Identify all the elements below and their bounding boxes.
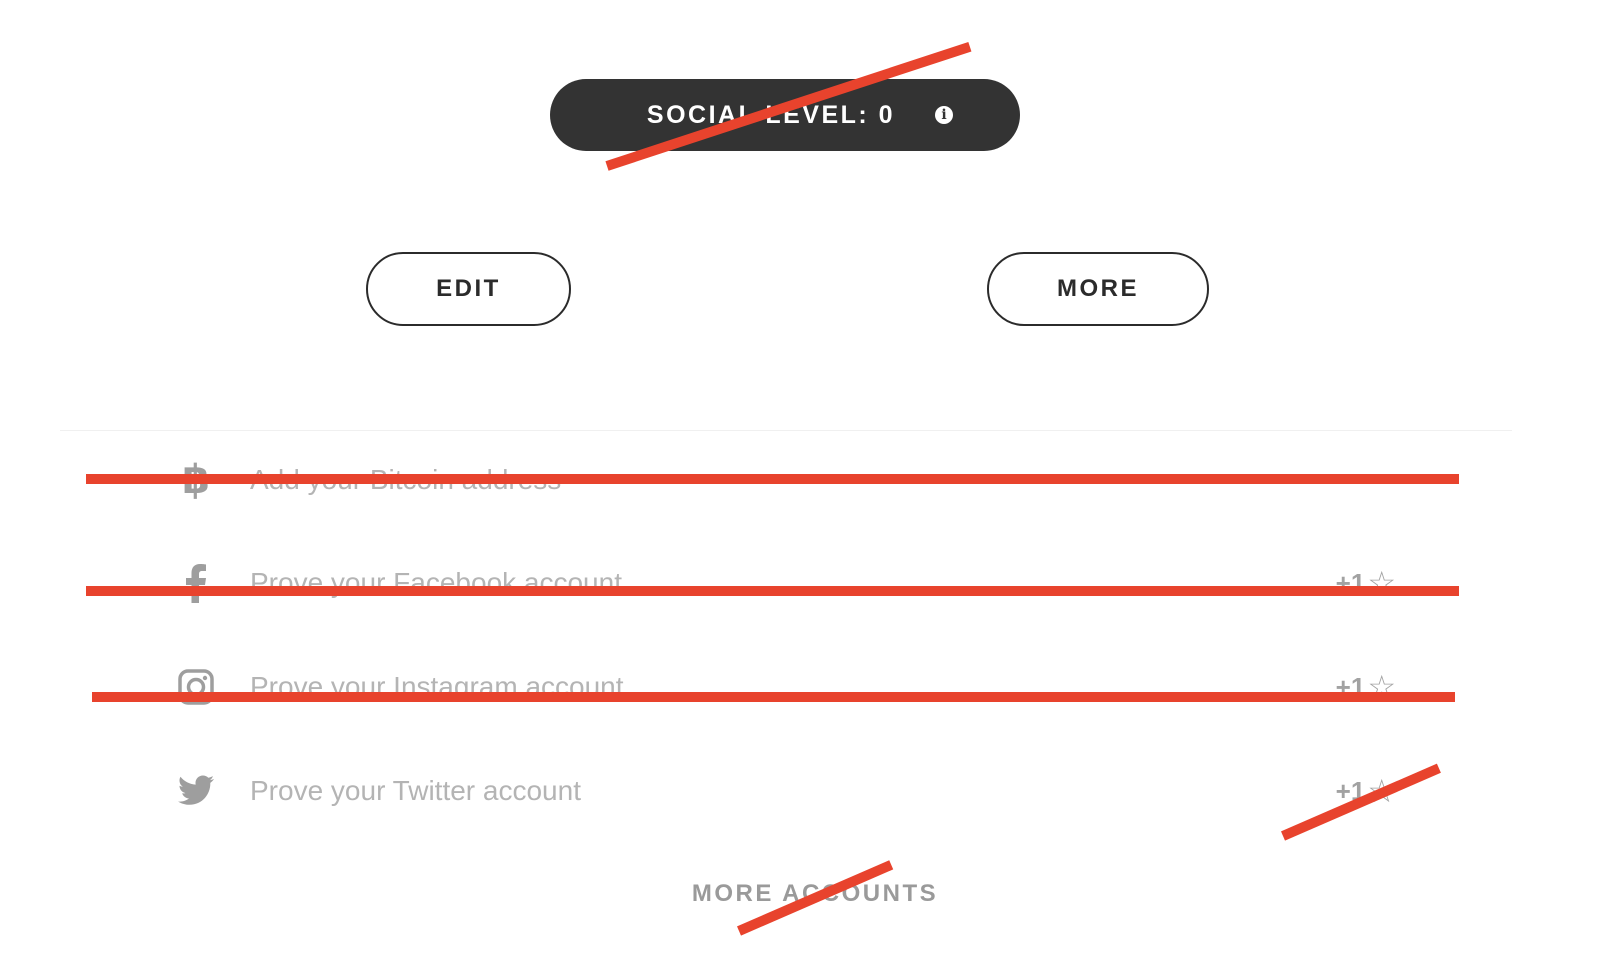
instagram-icon (170, 661, 222, 713)
account-label: Add your Bitcoin address (250, 464, 562, 495)
account-row-facebook[interactable]: Prove your Facebook account +1 ☆ (170, 553, 1400, 613)
star-icon: ☆ (1367, 669, 1396, 705)
account-row-bitcoin[interactable]: ฿ Add your Bitcoin address (170, 450, 1400, 510)
points-value: +1 (1335, 775, 1366, 806)
points-badge: +1 ☆ (1336, 772, 1396, 810)
facebook-icon (170, 557, 222, 609)
more-accounts-link[interactable]: MORE ACCOUNTS (0, 880, 1618, 908)
section-divider (60, 430, 1512, 431)
account-row-instagram[interactable]: Prove your Instagram account +1 ☆ (170, 657, 1400, 717)
more-button[interactable]: MORE (987, 252, 1209, 326)
points-badge: +1 ☆ (1336, 668, 1396, 706)
star-icon: ☆ (1367, 565, 1396, 601)
account-label: Prove your Twitter account (250, 775, 581, 806)
points-value: +1 (1335, 567, 1366, 598)
social-level-label: SOCIAL LEVEL: 0 (646, 100, 896, 129)
account-label: Prove your Facebook account (250, 567, 622, 598)
star-icon: ☆ (1367, 773, 1396, 809)
edit-button[interactable]: EDIT (366, 252, 571, 326)
info-icon[interactable]: i (935, 106, 954, 124)
bitcoin-icon: ฿ (182, 457, 210, 503)
points-badge: +1 ☆ (1336, 564, 1396, 602)
social-level-badge: SOCIAL LEVEL: 0 i (550, 79, 1020, 151)
points-value: +1 (1335, 671, 1366, 702)
account-row-twitter[interactable]: Prove your Twitter account +1 ☆ (170, 761, 1400, 821)
twitter-icon (170, 765, 222, 817)
account-label: Prove your Instagram account (250, 671, 624, 702)
